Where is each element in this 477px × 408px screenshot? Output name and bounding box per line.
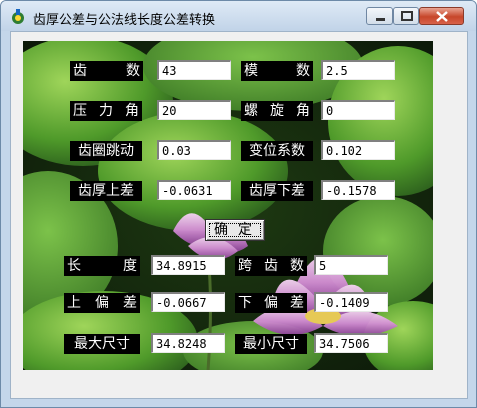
helix-angle-label: 螺旋角 — [241, 101, 313, 121]
pressure-angle-input[interactable]: 20 — [157, 100, 231, 120]
thickness-upper-label: 齿厚上差 — [70, 181, 142, 201]
span-teeth-label: 跨齿数 — [235, 256, 307, 276]
minimize-icon — [376, 18, 385, 21]
shift-coef-label: 变位系数 — [241, 141, 313, 161]
teeth-input[interactable]: 43 — [157, 60, 231, 80]
min-size-output[interactable]: 34.7506 — [314, 333, 388, 353]
min-size-label: 最小尺寸 — [235, 334, 307, 354]
lower-deviation-output[interactable]: -0.1409 — [314, 292, 388, 312]
thickness-lower-input[interactable]: -0.1578 — [321, 180, 395, 200]
close-button[interactable] — [419, 7, 464, 25]
max-size-output[interactable]: 34.8248 — [151, 333, 225, 353]
module-label: 模数 — [241, 61, 313, 81]
thickness-upper-input[interactable]: -0.0631 — [157, 180, 231, 200]
length-label: 长度 — [64, 256, 140, 276]
app-window: 齿厚公差与公法线长度公差转换 齿 数 43 模 数 2.5 压 力 角 20 螺… — [0, 0, 477, 408]
window-title: 齿厚公差与公法线长度公差转换 — [33, 13, 216, 28]
thickness-lower-label: 齿厚下差 — [241, 181, 313, 201]
shift-coef-input[interactable]: 0.102 — [321, 140, 395, 160]
length-output[interactable]: 34.8915 — [151, 255, 225, 275]
minimize-button[interactable] — [366, 7, 393, 25]
maximize-icon — [401, 11, 413, 21]
helix-angle-input[interactable]: 0 — [321, 100, 395, 120]
confirm-button[interactable]: 确定 — [205, 219, 265, 241]
upper-deviation-label: 上偏差 — [64, 293, 140, 313]
runout-label: 齿圈跳动 — [70, 141, 142, 161]
module-input[interactable]: 2.5 — [321, 60, 395, 80]
lotus-background-image — [23, 41, 433, 370]
focus-rectangle — [209, 223, 261, 237]
title-bar[interactable]: 齿厚公差与公法线长度公差转换 — [1, 1, 476, 31]
max-size-label: 最大尺寸 — [64, 334, 140, 354]
runout-input[interactable]: 0.03 — [157, 140, 231, 160]
pressure-angle-label: 压力角 — [70, 101, 142, 121]
span-teeth-output[interactable]: 5 — [314, 255, 388, 275]
gear-app-icon — [12, 9, 24, 24]
maximize-button[interactable] — [393, 7, 419, 25]
upper-deviation-output[interactable]: -0.0667 — [151, 292, 225, 312]
close-icon — [436, 11, 448, 22]
teeth-label: 齿数 — [70, 61, 143, 81]
lower-deviation-label: 下偏差 — [235, 293, 307, 313]
client-area: 齿数 43 模数 2.5 压力角 20 螺旋角 0 齿圈跳动 0.03 变位系数… — [10, 31, 468, 399]
